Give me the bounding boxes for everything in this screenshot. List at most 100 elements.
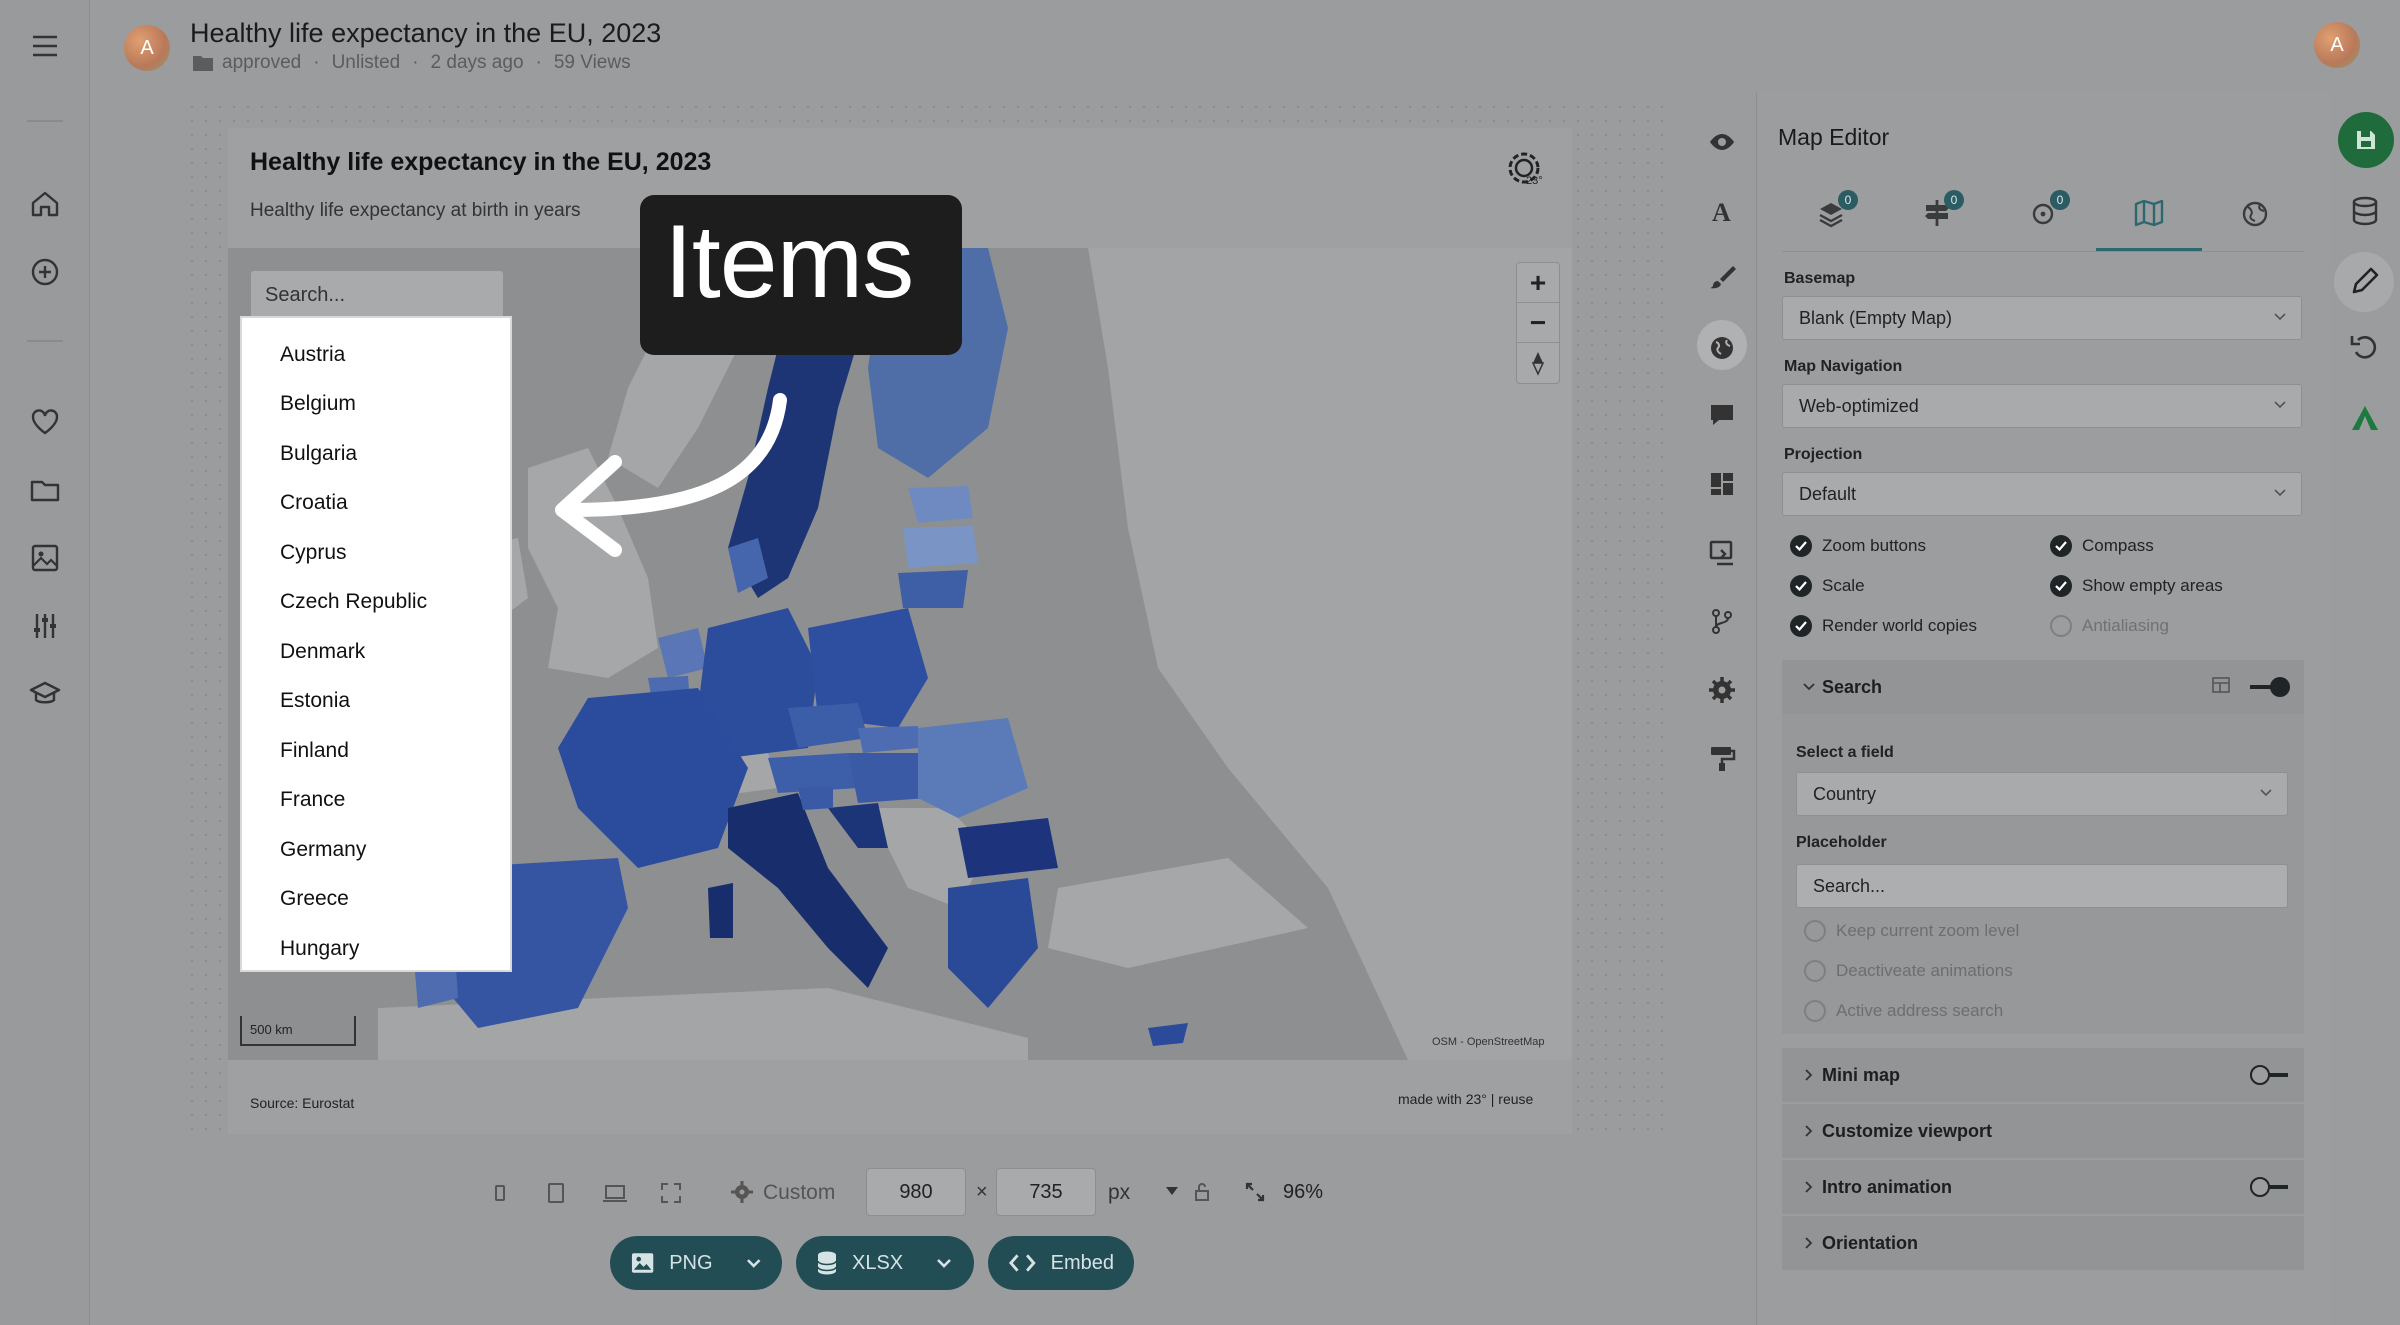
- home-icon[interactable]: [27, 186, 63, 222]
- folder-name[interactable]: approved: [222, 52, 301, 74]
- brush-icon[interactable]: [1707, 262, 1737, 292]
- map-region-estonia[interactable]: [908, 486, 973, 523]
- size-preset-label[interactable]: Custom: [763, 1181, 835, 1205]
- list-item[interactable]: France: [242, 776, 510, 826]
- heart-icon[interactable]: [27, 404, 63, 440]
- sliders-icon[interactable]: [27, 608, 63, 644]
- image-icon[interactable]: [27, 540, 63, 576]
- map-region-hungary[interactable]: [848, 753, 928, 803]
- list-item[interactable]: Finland: [242, 726, 510, 776]
- save-button[interactable]: [2338, 112, 2394, 168]
- comment-icon[interactable]: [1707, 400, 1737, 430]
- layout-icon[interactable]: [1707, 469, 1737, 499]
- chart-source[interactable]: Source: Eurostat: [250, 1095, 354, 1111]
- map-region-croatia[interactable]: [828, 803, 888, 848]
- scale-checkbox[interactable]: Scale: [1790, 575, 1865, 597]
- map-region-greece[interactable]: [948, 878, 1038, 1008]
- device-preview-icon[interactable]: [1707, 538, 1737, 568]
- mini-map-toggle[interactable]: [2250, 1065, 2288, 1085]
- map-region-latvia[interactable]: [903, 526, 978, 568]
- list-item[interactable]: Croatia: [242, 479, 510, 529]
- gear-icon[interactable]: [1707, 675, 1737, 705]
- list-item[interactable]: Belgium: [242, 380, 510, 430]
- export-png-button[interactable]: PNG: [610, 1236, 782, 1290]
- fullscreen-icon[interactable]: [658, 1180, 684, 1206]
- list-item[interactable]: Greece: [242, 875, 510, 925]
- chevron-down-icon[interactable]: [935, 1257, 953, 1269]
- customize-viewport-section[interactable]: Customize viewport: [1782, 1104, 2304, 1158]
- map-region-bulgaria[interactable]: [958, 818, 1058, 878]
- layout-small-icon[interactable]: [2210, 675, 2232, 697]
- list-item[interactable]: Estonia: [242, 677, 510, 727]
- list-item[interactable]: Denmark: [242, 627, 510, 677]
- zoom-out-button[interactable]: −: [1517, 303, 1559, 343]
- projection-select[interactable]: Default: [1782, 472, 2302, 516]
- zoom-level[interactable]: 96%: [1283, 1181, 1323, 1204]
- zoom-buttons-checkbox[interactable]: Zoom buttons: [1790, 535, 1926, 557]
- hamburger-menu-icon[interactable]: [27, 28, 63, 64]
- fit-zoom-icon[interactable]: [1244, 1181, 1266, 1203]
- tab-map[interactable]: [2132, 196, 2166, 230]
- export-xlsx-button[interactable]: XLSX: [796, 1236, 974, 1290]
- world-copies-checkbox[interactable]: Render world copies: [1790, 615, 1977, 637]
- branch-icon[interactable]: [1707, 606, 1737, 636]
- address-search-radio[interactable]: Active address search: [1804, 1000, 2003, 1022]
- chart-subtitle[interactable]: Healthy life expectancy at birth in year…: [250, 200, 581, 222]
- map-region-austria[interactable]: [768, 753, 858, 793]
- undo-icon[interactable]: [2348, 330, 2382, 364]
- width-input[interactable]: 980: [866, 1168, 966, 1216]
- compass-checkbox[interactable]: Compass: [2050, 535, 2154, 557]
- caret-down-icon[interactable]: [1164, 1184, 1180, 1198]
- made-with-credit[interactable]: made with 23° | reuse: [1398, 1091, 1533, 1107]
- compass-button[interactable]: [1517, 343, 1559, 383]
- height-input[interactable]: 735: [996, 1168, 1096, 1216]
- map-region-slovakia[interactable]: [858, 726, 918, 753]
- list-item[interactable]: Hungary: [242, 924, 510, 970]
- account-avatar[interactable]: A: [2314, 22, 2360, 68]
- antialiasing-checkbox[interactable]: Antialiasing: [2050, 615, 2169, 637]
- tab-world[interactable]: [2238, 196, 2272, 230]
- basemap-select[interactable]: Blank (Empty Map): [1782, 296, 2302, 340]
- map-region-netherlands[interactable]: [658, 628, 708, 678]
- deactivate-animations-radio[interactable]: Deactiveate animations: [1804, 960, 2013, 982]
- globe-icon[interactable]: [1707, 333, 1737, 363]
- list-item[interactable]: Cyprus: [242, 528, 510, 578]
- list-item[interactable]: Austria: [242, 330, 510, 380]
- database-icon[interactable]: [2348, 194, 2382, 228]
- placeholder-input[interactable]: Search...: [1796, 864, 2288, 908]
- intro-animation-toggle[interactable]: [2250, 1177, 2288, 1197]
- navigation-select[interactable]: Web-optimized: [1782, 384, 2302, 428]
- list-item[interactable]: Germany: [242, 825, 510, 875]
- show-empty-areas-checkbox[interactable]: Show empty areas: [2050, 575, 2223, 597]
- orientation-section[interactable]: Orientation: [1782, 1216, 2304, 1270]
- add-circle-icon[interactable]: [27, 254, 63, 290]
- embed-button[interactable]: Embed: [988, 1236, 1134, 1290]
- laptop-preview-icon[interactable]: [600, 1180, 630, 1206]
- map-attribution[interactable]: OSM - OpenStreetMap: [1432, 1036, 1545, 1048]
- chart-title[interactable]: Healthy life expectancy in the EU, 2023: [250, 148, 711, 177]
- folder-icon[interactable]: [27, 472, 63, 508]
- search-toggle[interactable]: [2250, 677, 2290, 697]
- map-region-romania[interactable]: [918, 718, 1028, 818]
- academy-icon[interactable]: [27, 676, 63, 712]
- field-select[interactable]: Country: [1796, 772, 2288, 816]
- pencil-icon[interactable]: [2348, 264, 2382, 298]
- map-region-sardinia[interactable]: [708, 883, 733, 938]
- mini-map-section[interactable]: Mini map: [1782, 1048, 2304, 1102]
- chevron-down-icon[interactable]: [745, 1257, 762, 1269]
- phone-preview-icon[interactable]: [490, 1180, 510, 1206]
- map-search-input[interactable]: Search...: [250, 270, 504, 320]
- map-region-slovenia[interactable]: [798, 786, 833, 810]
- lock-icon[interactable]: [1192, 1181, 1212, 1203]
- user-avatar[interactable]: A: [124, 25, 170, 71]
- unit-select[interactable]: px: [1108, 1181, 1130, 1205]
- intro-animation-section[interactable]: Intro animation: [1782, 1160, 2304, 1214]
- keep-zoom-radio[interactable]: Keep current zoom level: [1804, 920, 2019, 942]
- tablet-preview-icon[interactable]: [544, 1180, 568, 1206]
- map-region-czechia[interactable]: [788, 703, 868, 748]
- map-region-lithuania[interactable]: [898, 570, 968, 608]
- zoom-in-button[interactable]: +: [1517, 263, 1559, 303]
- map-region-cyprus[interactable]: [1148, 1023, 1188, 1046]
- paint-roller-icon[interactable]: [1707, 743, 1737, 773]
- list-item[interactable]: Bulgaria: [242, 429, 510, 479]
